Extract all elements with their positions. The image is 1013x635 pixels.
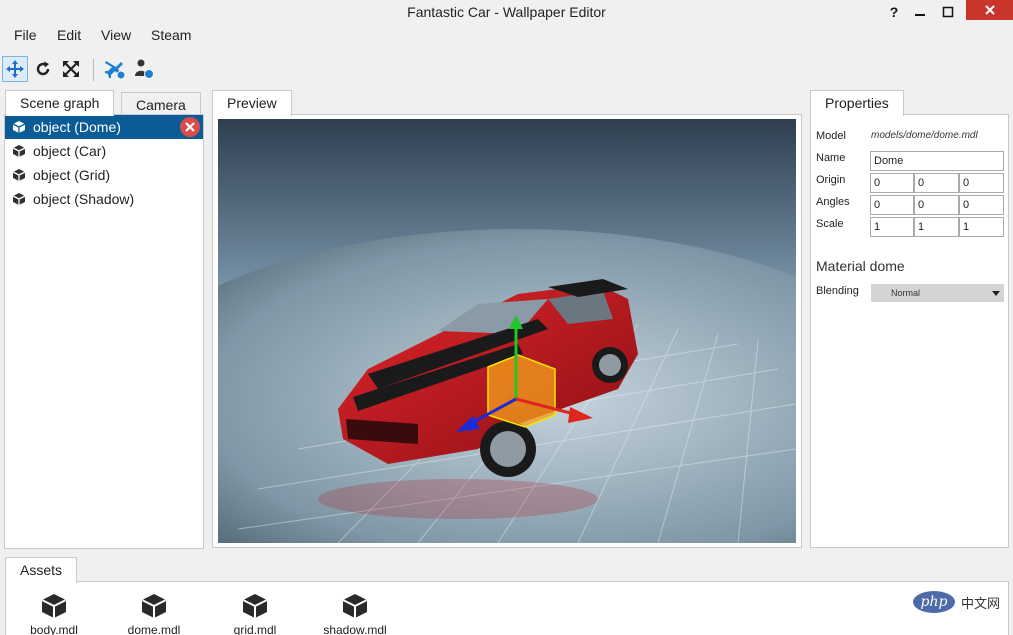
toolbar-separator [93, 59, 94, 81]
minimize-icon [915, 14, 925, 16]
blending-value: Normal [891, 288, 921, 298]
scale-z-field[interactable]: 1 [959, 217, 1004, 237]
close-button[interactable] [966, 0, 1013, 20]
scene-item-label: object (Shadow) [33, 191, 135, 207]
asset-label: grid.mdl [233, 623, 277, 635]
watermark-text: 中文网 [961, 595, 1001, 611]
scene-graph-panel: object (Dome) object (Car) object (Grid) ob… [4, 114, 204, 549]
move-tool-button[interactable] [2, 56, 28, 82]
asset-item[interactable]: grid.mdl [210, 592, 300, 635]
menu-edit[interactable]: Edit [57, 27, 81, 43]
cube-icon [342, 594, 368, 618]
cube-icon [242, 594, 268, 618]
menu-file[interactable]: File [14, 27, 37, 43]
watermark: php 中文网 [913, 591, 1000, 613]
minimize-button[interactable] [906, 0, 934, 24]
scale-label: Scale [816, 218, 844, 230]
scene-item[interactable]: object (Grid) [5, 163, 203, 187]
workshop-user-button[interactable] [131, 56, 157, 82]
scene-item[interactable]: object (Shadow) [5, 187, 203, 211]
angles-label: Angles [816, 196, 850, 208]
preview-plane-icon [105, 61, 126, 80]
workshop-user-icon [135, 59, 154, 79]
asset-item[interactable]: shadow.mdl [310, 592, 400, 635]
asset-item[interactable]: body.mdl [9, 592, 99, 635]
cube-icon [12, 121, 26, 133]
move-icon [6, 60, 24, 78]
help-button[interactable]: ? [880, 0, 908, 24]
maximize-button[interactable] [934, 0, 962, 24]
origin-label: Origin [816, 174, 846, 186]
php-logo: php [913, 591, 955, 613]
origin-z-field[interactable]: 0 [959, 173, 1004, 193]
asset-label: body.mdl [30, 623, 78, 635]
scene-item-label: object (Car) [33, 143, 107, 159]
preview-viewport[interactable] [218, 119, 796, 543]
close-icon [185, 122, 195, 132]
material-heading: Material dome [816, 258, 905, 274]
scene-graph-list: object (Dome) object (Car) object (Grid) ob… [5, 115, 203, 211]
menu-view[interactable]: View [101, 27, 131, 43]
tab-assets[interactable]: Assets [5, 557, 78, 583]
scale-x-field[interactable]: 1 [870, 217, 914, 237]
cube-icon [12, 145, 26, 157]
scale-icon [63, 61, 79, 77]
cube-icon [12, 193, 26, 205]
title-bar: Fantastic Car - Wallpaper Editor ? [0, 0, 1013, 24]
menu-steam[interactable]: Steam [151, 27, 191, 43]
toolbar [0, 56, 200, 86]
rotate-tool-button[interactable] [30, 56, 56, 82]
model-value: models/dome/dome.mdl [871, 130, 978, 141]
scene-item-label: object (Dome) [33, 119, 121, 135]
angles-y-field[interactable]: 0 [914, 195, 959, 215]
tab-camera[interactable]: Camera [121, 92, 201, 115]
scale-y-field[interactable]: 1 [914, 217, 959, 237]
scene-item-label: object (Grid) [33, 167, 111, 183]
window-title: Fantastic Car - Wallpaper Editor [407, 4, 606, 20]
tab-properties[interactable]: Properties [810, 90, 904, 116]
rotate-icon [36, 61, 50, 76]
preview-plane-button[interactable] [102, 56, 128, 82]
cube-icon [141, 594, 167, 618]
scale-tool-button[interactable] [58, 56, 84, 82]
tab-scene-graph[interactable]: Scene graph [5, 90, 115, 116]
close-icon [984, 5, 995, 15]
chevron-down-icon [992, 291, 1000, 296]
asset-item[interactable]: dome.mdl [109, 592, 199, 635]
tab-preview[interactable]: Preview [212, 90, 292, 116]
cube-icon [12, 169, 26, 181]
scene-render [218, 119, 796, 543]
cube-icon [41, 594, 67, 618]
blending-select[interactable]: Normal [871, 284, 1004, 302]
asset-label: shadow.mdl [323, 623, 387, 635]
origin-x-field[interactable]: 0 [870, 173, 914, 193]
scene-item[interactable]: object (Car) [5, 139, 203, 163]
model-label: Model [816, 130, 846, 142]
asset-label: dome.mdl [127, 623, 181, 635]
angles-x-field[interactable]: 0 [870, 195, 914, 215]
origin-y-field[interactable]: 0 [914, 173, 959, 193]
angles-z-field[interactable]: 0 [959, 195, 1004, 215]
blending-label: Blending [816, 285, 859, 297]
maximize-icon [942, 6, 954, 18]
scene-item[interactable]: object (Dome) [5, 115, 203, 139]
name-label: Name [816, 152, 846, 164]
name-field[interactable]: Dome [870, 151, 1004, 171]
remove-object-button[interactable] [180, 117, 200, 137]
